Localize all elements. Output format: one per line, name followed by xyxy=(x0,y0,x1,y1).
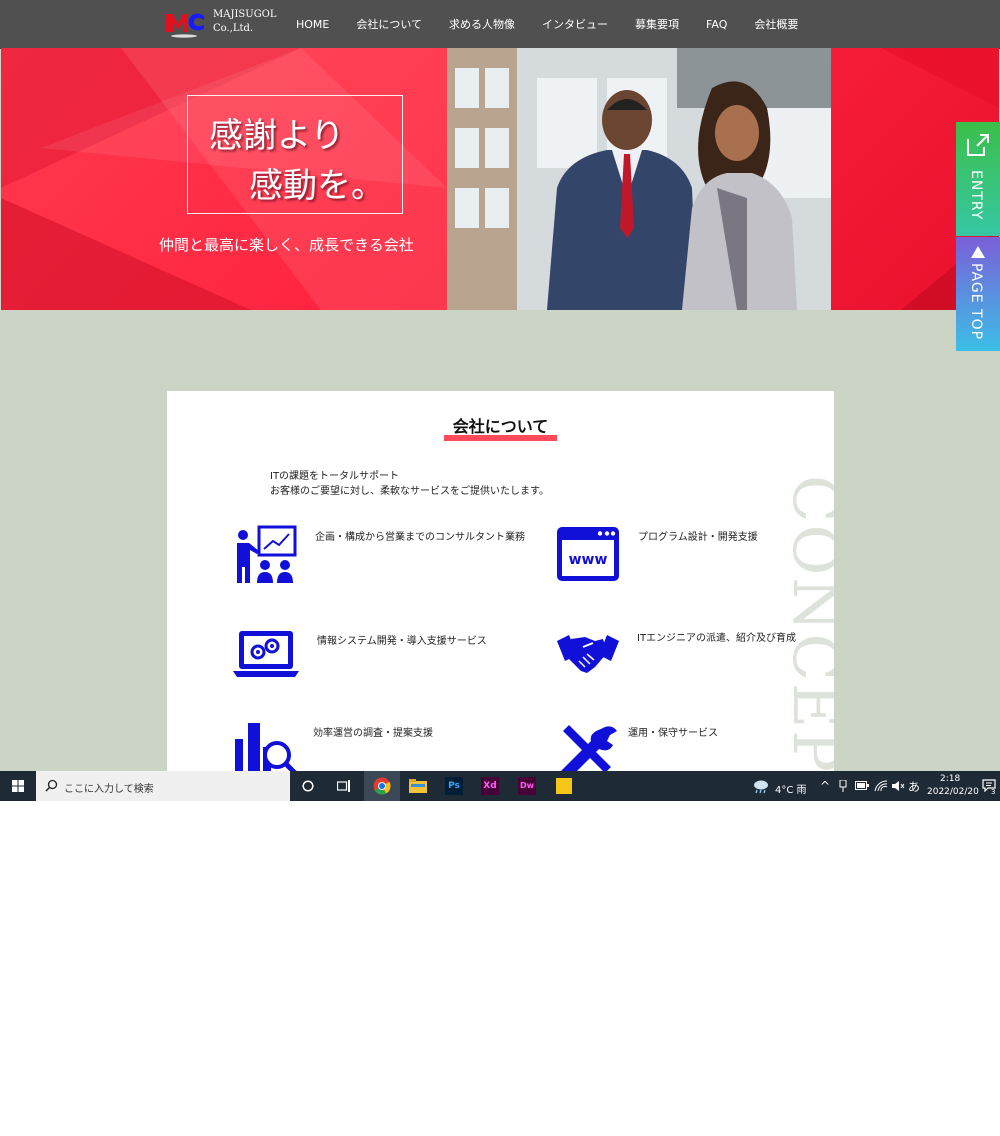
title-underline xyxy=(444,435,557,441)
taskbar-xd[interactable]: Xd xyxy=(472,771,508,801)
battery-icon[interactable] xyxy=(855,781,869,790)
logo-text: MAJISUGOL Co.,Ltd. xyxy=(213,8,277,36)
business-people-image xyxy=(447,48,831,310)
logo-mark-icon xyxy=(166,13,204,38)
nav-interview[interactable]: インタビュー xyxy=(542,16,608,32)
task-view-button[interactable] xyxy=(326,771,362,801)
hero-business-people-photo xyxy=(447,48,831,310)
presentation-icon xyxy=(237,525,297,583)
usb-icon[interactable] xyxy=(838,780,848,792)
logo-line2: Co.,Ltd. xyxy=(213,23,254,34)
tray-chevron-icon[interactable]: ^ xyxy=(820,779,830,793)
cortana-button[interactable] xyxy=(290,771,326,801)
nav-ideal-candidate[interactable]: 求める人物像 xyxy=(449,16,515,32)
site-logo[interactable]: MAJISUGOL Co.,Ltd. xyxy=(164,8,284,42)
search-placeholder: ここに入力して検索 xyxy=(64,784,154,795)
rain-cloud-icon xyxy=(754,780,768,794)
page-top-label: PAGE TOP xyxy=(968,263,984,341)
speaker-muted-icon[interactable] xyxy=(891,780,905,792)
main-nav: HOME 会社について 求める人物像 インタビュー 募集要項 FAQ 会社概要 xyxy=(296,0,825,48)
notification-count: 3 xyxy=(991,788,996,796)
service-label-maintenance: 運用・保守サービス xyxy=(628,728,718,739)
nav-about[interactable]: 会社について xyxy=(356,16,422,32)
concept-watermark: CONCEPT xyxy=(779,475,834,781)
up-arrow-icon xyxy=(971,246,985,258)
folder-icon xyxy=(409,779,427,793)
taskbar-sticky-notes[interactable] xyxy=(546,771,582,801)
intro-text: ITの課題をトータルサポート お客様のご要望に対し、柔軟なサービスをご提供いたし… xyxy=(270,469,549,499)
about-section: CONCEPT 会社について ITの課題をトータルサポート お客様のご要望に対し… xyxy=(167,391,834,781)
service-label-program-design: プログラム設計・開発支援 xyxy=(638,532,758,543)
section-title: 会社について xyxy=(452,417,549,436)
ime-indicator[interactable]: あ xyxy=(908,778,920,795)
browser-viewport: MAJISUGOL Co.,Ltd. HOME 会社について 求める人物像 イン… xyxy=(0,0,1000,801)
site-header: MAJISUGOL Co.,Ltd. HOME 会社について 求める人物像 イン… xyxy=(0,0,1000,49)
search-icon xyxy=(45,779,58,792)
windows-logo-icon xyxy=(12,780,24,792)
wifi-icon[interactable] xyxy=(874,780,888,792)
intro-line1: ITの課題をトータルサポート xyxy=(270,471,400,482)
handshake-icon xyxy=(557,635,619,673)
service-label-system-dev: 情報システム開発・導入支援サービス xyxy=(317,636,487,647)
service-label-efficiency-research: 効率運営の調査・提案支援 xyxy=(313,728,433,739)
start-button[interactable] xyxy=(0,771,36,801)
nav-recruitment[interactable]: 募集要項 xyxy=(635,16,679,32)
xd-icon: Xd xyxy=(481,777,499,795)
clock-time[interactable]: 2:18 xyxy=(940,774,960,784)
svg-text:www: www xyxy=(569,552,608,568)
taskbar-file-explorer[interactable] xyxy=(400,771,436,801)
tagline-line2: 感動を。 xyxy=(249,166,385,206)
weather-text[interactable]: 4°C 雨 xyxy=(775,781,807,796)
sticky-notes-icon xyxy=(556,778,572,794)
chrome-icon xyxy=(373,777,391,795)
entry-label: ENTRY xyxy=(968,170,984,221)
hero-subtitle: 仲間と最高に楽しく、成長できる会社 xyxy=(159,236,414,254)
task-view-icon xyxy=(337,780,350,792)
tagline-line1: 感謝より xyxy=(209,116,345,156)
nav-faq[interactable]: FAQ xyxy=(706,18,727,31)
photoshop-icon: Ps xyxy=(445,777,463,795)
logo-line1: MAJISUGOL xyxy=(213,9,277,20)
taskbar-photoshop[interactable]: Ps xyxy=(436,771,472,801)
nav-home[interactable]: HOME xyxy=(296,18,329,31)
taskbar-search-box[interactable]: ここに入力して検索 xyxy=(36,771,290,801)
taskbar-dreamweaver[interactable]: Dw xyxy=(509,771,545,801)
taskbar-chrome[interactable] xyxy=(364,771,400,801)
hero-banner: 感謝より 感動を。 仲間と最高に楽しく、成長できる会社 xyxy=(1,48,999,310)
entry-button[interactable]: ENTRY xyxy=(956,122,1000,236)
page-top-button[interactable]: PAGE TOP xyxy=(956,237,1000,351)
laptop-gears-icon xyxy=(233,631,299,677)
dreamweaver-icon: Dw xyxy=(518,777,536,795)
external-link-icon xyxy=(967,134,989,156)
service-label-consulting: 企画・構成から営業までのコンサルタント業務 xyxy=(315,532,525,543)
service-label-engineer-dispatch: ITエンジニアの派遣、紹介及び育成 xyxy=(637,633,797,644)
windows-taskbar: ここに入力して検索 Ps Xd Dw 4°C 雨 ^ あ 2:18 2022/0… xyxy=(0,771,1000,801)
www-browser-icon: www xyxy=(557,527,619,581)
circle-icon xyxy=(302,780,314,792)
clock-date[interactable]: 2022/02/20 xyxy=(927,787,979,797)
nav-company-profile[interactable]: 会社概要 xyxy=(754,16,798,32)
intro-line2: お客様のご要望に対し、柔軟なサービスをご提供いたします。 xyxy=(270,486,549,497)
hero-tagline-area: 感謝より 感動を。 仲間と最高に楽しく、成長できる会社 xyxy=(1,48,447,310)
